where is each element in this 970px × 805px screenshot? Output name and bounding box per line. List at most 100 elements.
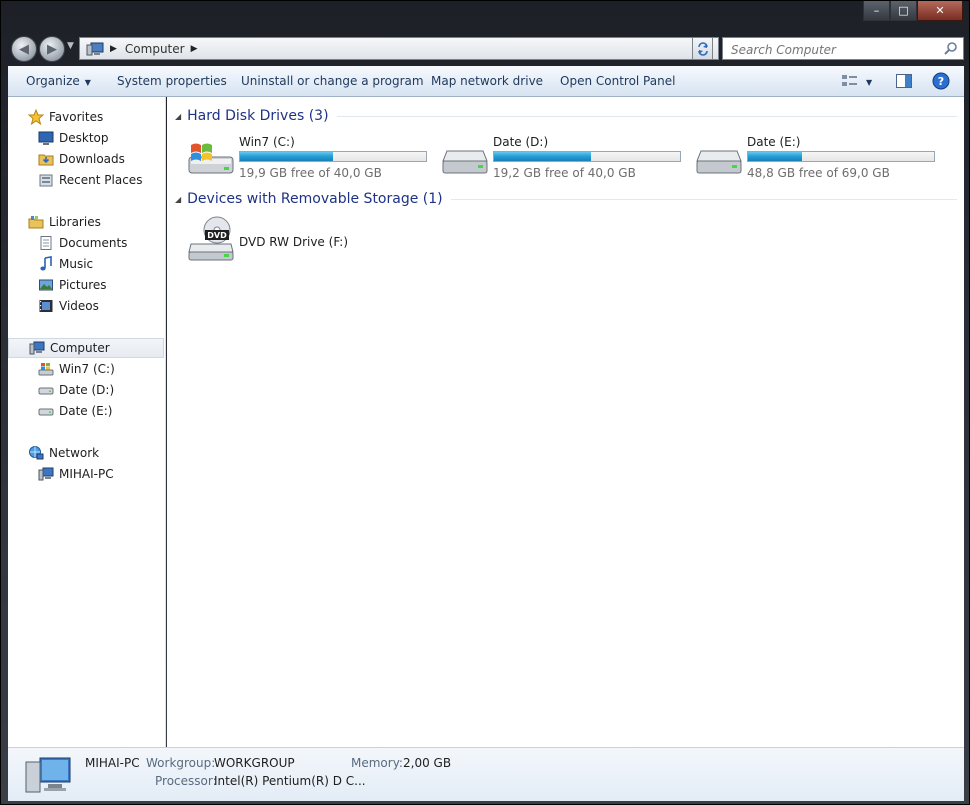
- sidebar-item-label: Recent Places: [59, 173, 143, 187]
- close-button[interactable]: ✕: [917, 1, 963, 21]
- search-input[interactable]: [729, 39, 943, 60]
- workgroup-value: WORKGROUP: [214, 756, 295, 770]
- sidebar-item-label: MIHAI-PC: [59, 467, 114, 481]
- drive-tile-dvd-rw-f[interactable]: DVD DVD RW Drive (F:): [187, 216, 437, 268]
- svg-text:DVD: DVD: [207, 231, 227, 240]
- group-header-hard-disk-drives[interactable]: ◢ Hard Disk Drives (3): [175, 108, 957, 124]
- recent-places-icon: [38, 172, 54, 188]
- help-icon[interactable]: ?: [932, 72, 950, 90]
- group-divider: [336, 115, 957, 117]
- view-options-dropdown-icon[interactable]: ▼: [866, 74, 872, 88]
- collapse-triangle-icon[interactable]: ◢: [175, 112, 181, 121]
- workgroup-label: Workgroup:: [146, 756, 216, 770]
- breadcrumb-chevron-icon[interactable]: ▶: [191, 44, 198, 54]
- drive-name: DVD RW Drive (F:): [239, 235, 349, 249]
- sidebar-item-desktop[interactable]: Desktop: [8, 128, 164, 148]
- computer-icon: [38, 466, 54, 482]
- sidebar-item-network[interactable]: Network: [8, 443, 164, 463]
- drive-usage-bar: [239, 151, 427, 162]
- sidebar-item-downloads[interactable]: Downloads: [8, 149, 164, 169]
- drive-free-space: 19,2 GB free of 40,0 GB: [493, 166, 636, 180]
- star-icon: [27, 108, 45, 126]
- change-view-icon[interactable]: [841, 72, 859, 90]
- sidebar-item-label: Pictures: [59, 278, 107, 292]
- group-title: Hard Disk Drives (3): [187, 108, 329, 124]
- drive-tile-date-d[interactable]: Date (D:) 19,2 GB free of 40,0 GB: [441, 135, 691, 185]
- organize-menu[interactable]: Organize ▼: [26, 74, 91, 88]
- search-icon[interactable]: [944, 41, 958, 55]
- sidebar-item-label: Computer: [50, 341, 110, 355]
- navigation-bar: ◀ ▶ ▼ ▶ Computer ▶ ▼: [9, 33, 964, 63]
- sidebar-item-favorites[interactable]: Favorites: [8, 107, 164, 127]
- sidebar-item-label: Documents: [59, 236, 128, 250]
- details-pane: MIHAI-PC Workgroup: WORKGROUP Memory: 2,…: [8, 747, 964, 801]
- sidebar-item-recent-places[interactable]: Recent Places: [8, 170, 164, 190]
- pictures-icon: [38, 277, 54, 293]
- music-note-icon: [38, 256, 54, 272]
- drive-tile-date-e[interactable]: Date (E:) 48,8 GB free of 69,0 GB: [695, 135, 945, 185]
- drive-tile-win7-c[interactable]: Win7 (C:) 19,9 GB free of 40,0 GB: [187, 135, 437, 185]
- drive-usage-bar: [493, 151, 681, 162]
- sidebar-item-music[interactable]: Music: [8, 254, 164, 274]
- drive-name: Date (E:): [747, 135, 801, 149]
- drive-free-space: 19,9 GB free of 40,0 GB: [239, 166, 382, 180]
- breadcrumb-computer[interactable]: Computer: [125, 42, 185, 56]
- forward-button[interactable]: ▶: [39, 36, 65, 62]
- hard-drive-icon: [441, 139, 489, 177]
- group-header-removable-storage[interactable]: ◢ Devices with Removable Storage (1): [175, 191, 957, 207]
- minimize-button[interactable]: –: [863, 1, 890, 21]
- sidebar-item-label: Date (E:): [59, 404, 113, 418]
- sidebar-item-pictures[interactable]: Pictures: [8, 275, 164, 295]
- sidebar-item-libraries[interactable]: Libraries: [8, 212, 164, 232]
- system-drive-icon: [187, 139, 235, 177]
- system-drive-icon: [38, 361, 54, 377]
- computer-icon: [29, 340, 45, 356]
- computer-icon: [86, 42, 104, 56]
- search-box[interactable]: [722, 37, 964, 60]
- maximize-button[interactable]: □: [890, 1, 917, 21]
- back-button[interactable]: ◀: [11, 36, 37, 62]
- breadcrumb-separator-icon[interactable]: ▶: [110, 44, 117, 54]
- memory-value: 2,00 GB: [403, 756, 452, 770]
- map-network-drive-button[interactable]: Map network drive: [431, 74, 543, 88]
- sidebar-item-label: Downloads: [59, 152, 125, 166]
- sidebar-item-computer[interactable]: Computer: [8, 338, 164, 358]
- libraries-icon: [28, 214, 44, 230]
- sidebar-item-label: Network: [49, 446, 100, 460]
- computer-large-icon: [24, 754, 72, 796]
- content-pane: ◢ Hard Disk Drives (3) Win7 (C:) 19,9 GB…: [167, 97, 964, 747]
- address-bar[interactable]: ▶ Computer ▶ ▼: [79, 37, 719, 60]
- explorer-window: – □ ✕ ◀ ▶ ▼ ▶ Computer ▶ ▼: [0, 0, 970, 805]
- sidebar-item-label: Win7 (C:): [59, 362, 115, 376]
- open-control-panel-button[interactable]: Open Control Panel: [560, 74, 675, 88]
- documents-icon: [38, 235, 54, 251]
- group-divider: [450, 198, 957, 200]
- uninstall-program-button[interactable]: Uninstall or change a program: [241, 74, 424, 88]
- sidebar-item-date-d[interactable]: Date (D:): [8, 380, 164, 400]
- hard-drive-icon: [38, 382, 54, 398]
- sidebar-item-documents[interactable]: Documents: [8, 233, 164, 253]
- computer-name: MIHAI-PC: [85, 756, 140, 770]
- sidebar-item-mihai-pc[interactable]: MIHAI-PC: [8, 464, 164, 484]
- window-caption-buttons: – □ ✕: [863, 1, 963, 21]
- svg-text:?: ?: [938, 75, 944, 88]
- sidebar-item-videos[interactable]: Videos: [8, 296, 164, 316]
- memory-label: Memory:: [351, 756, 403, 770]
- drive-name: Date (D:): [493, 135, 549, 149]
- preview-pane-icon[interactable]: [895, 72, 913, 90]
- drive-free-space: 48,8 GB free of 69,0 GB: [747, 166, 890, 180]
- system-properties-button[interactable]: System properties: [117, 74, 227, 88]
- sidebar-item-date-e[interactable]: Date (E:): [8, 401, 164, 421]
- command-bar: Organize ▼ System properties Uninstall or…: [8, 66, 964, 97]
- drive-usage-fill: [748, 152, 803, 161]
- refresh-button[interactable]: [692, 37, 713, 60]
- sidebar-item-label: Libraries: [49, 215, 101, 229]
- recent-pages-dropdown-icon[interactable]: ▼: [67, 41, 74, 51]
- collapse-triangle-icon[interactable]: ◢: [175, 195, 181, 204]
- sidebar-item-label: Desktop: [59, 131, 109, 145]
- sidebar-item-win7-c[interactable]: Win7 (C:): [8, 359, 164, 379]
- processor-label: Processor:: [155, 774, 217, 788]
- drive-usage-fill: [240, 152, 334, 161]
- navigation-pane: Favorites Desktop Downloads Recent Place…: [8, 97, 166, 747]
- sidebar-item-label: Favorites: [49, 110, 104, 124]
